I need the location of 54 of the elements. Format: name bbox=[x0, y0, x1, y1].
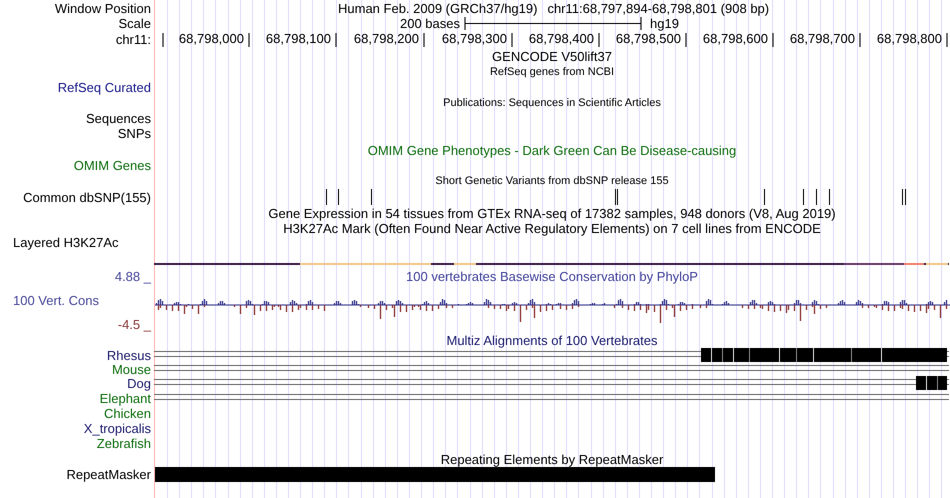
track-label[interactable]: Window Position bbox=[54, 0, 151, 16]
ruler-tick bbox=[335, 33, 337, 47]
track-label[interactable]: chr11: bbox=[116, 32, 151, 47]
track-label[interactable]: Sequences bbox=[86, 110, 151, 126]
ruler-tick bbox=[946, 33, 948, 47]
position-range: chr11:68,797,894-68,798,801 (908 bp) bbox=[547, 0, 770, 16]
track-label[interactable]: Dog bbox=[127, 376, 151, 391]
track-label[interactable]: OMIM Genes bbox=[74, 158, 151, 173]
track-label[interactable]: Layered H3K27Ac bbox=[13, 235, 119, 250]
track-label[interactable]: RepeatMasker bbox=[66, 467, 151, 482]
ruler-label: 68,798,400 bbox=[528, 31, 594, 46]
track-label[interactable]: Zebrafish bbox=[96, 436, 151, 451]
ruler-label: 68,798,800 bbox=[876, 31, 942, 46]
track-label[interactable]: Common dbSNP(155) bbox=[23, 190, 151, 204]
ruler-label: 68,798,100 bbox=[264, 31, 331, 46]
ruler-label: 68,798,000 bbox=[178, 31, 244, 46]
alignment-block bbox=[916, 376, 947, 390]
ruler-tick bbox=[598, 33, 600, 47]
ruler-tick bbox=[423, 33, 425, 47]
ruler-tick bbox=[859, 33, 861, 47]
track-label[interactable]: Elephant bbox=[100, 391, 151, 406]
ruler-label: 68,798,600 bbox=[702, 31, 768, 46]
track-title: Multiz Alignments of 100 Vertebrates bbox=[446, 332, 658, 348]
track-label[interactable]: Mouse bbox=[112, 362, 151, 376]
axis-min-label: -4.5 _ bbox=[118, 317, 152, 332]
track-title: H3K27Ac Mark (Often Found Near Active Regulatory Elements) on 7 cell lines from ENCODE bbox=[283, 220, 821, 236]
ruler-tick bbox=[511, 33, 513, 47]
ruler-label: 68,798,500 bbox=[614, 31, 681, 46]
ruler-tick bbox=[162, 33, 164, 47]
scale-length: 200 bases bbox=[400, 16, 460, 31]
track-title: 100 vertebrates Basewise Conservation by PhyloP bbox=[406, 269, 698, 284]
track-label[interactable]: Rhesus bbox=[106, 348, 151, 362]
track-title: Gene Expression in 54 tissues from GTEx RNA-seq of 17382 samples, 948 donors (V8, Aug 2019) bbox=[268, 206, 836, 220]
assembly-name: Human Feb. 2009 (GRCh37/hg19) bbox=[338, 0, 538, 16]
track-title: RefSeq genes from NCBI bbox=[490, 65, 614, 80]
track-title: Repeating Elements by RepeatMasker bbox=[440, 452, 664, 466]
ruler-tick bbox=[248, 33, 250, 47]
track-label[interactable]: Scale bbox=[118, 16, 151, 31]
track-label[interactable]: SNPs bbox=[118, 126, 151, 141]
track-title: Short Genetic Variants from dbSNP release 155 bbox=[435, 174, 669, 188]
track-label[interactable]: Chicken bbox=[104, 406, 151, 421]
ruler-tick bbox=[685, 33, 687, 47]
track-title: OMIM Gene Phenotypes - Dark Green Can Be Disease-causing bbox=[368, 142, 736, 158]
ruler-label: 68,798,300 bbox=[440, 31, 507, 46]
track-title: Publications: Sequences in Scientific Articles bbox=[443, 96, 661, 110]
ruler-tick bbox=[772, 33, 774, 47]
track-title: GENCODE V50lift37 bbox=[492, 49, 612, 64]
track-label[interactable]: X_tropicalis bbox=[84, 421, 151, 436]
database-name: hg19 bbox=[650, 16, 679, 31]
ruler-label: 68,798,700 bbox=[788, 31, 855, 46]
axis-max-label: 4.88 _ bbox=[114, 269, 152, 284]
ruler-label: 68,798,200 bbox=[352, 31, 419, 46]
track-label[interactable]: RefSeq Curated bbox=[58, 80, 151, 95]
track-label[interactable]: 100 Vert. Cons bbox=[0, 293, 154, 308]
